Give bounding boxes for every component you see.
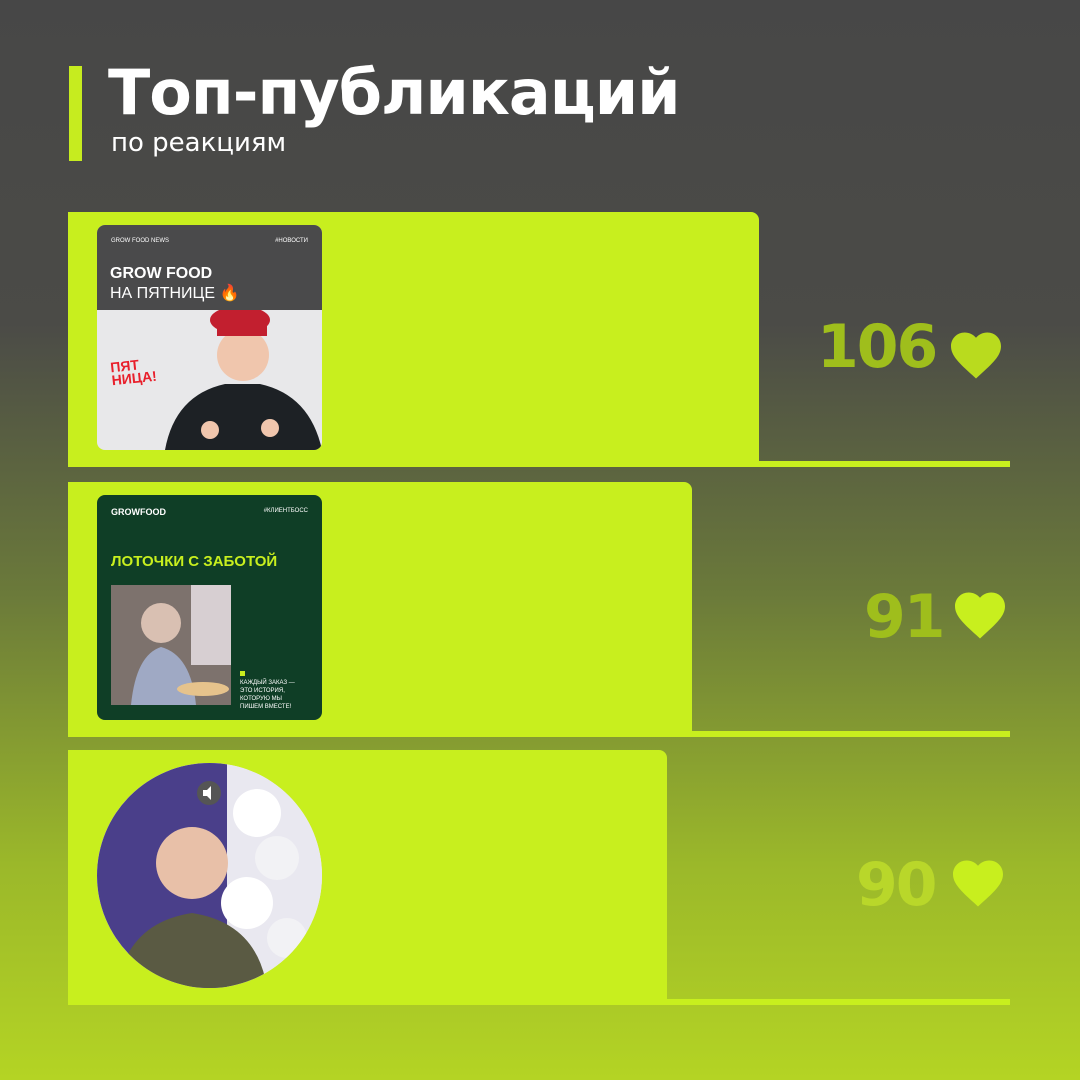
thumbnail-brand: GROWFOOD <box>111 507 166 517</box>
thumbnail-headline: GROW FOOD <box>110 265 213 282</box>
page-title: Топ-публикаций <box>108 56 681 129</box>
chef-illustration <box>165 310 322 450</box>
page-subtitle: по реакциям <box>111 128 287 158</box>
post-thumbnail-1[interactable]: GROW FOOD NEWS #НОВОСТИ GROW FOOD НА ПЯТ… <box>97 225 322 450</box>
title-accent-bar <box>69 66 82 161</box>
reaction-count-1: 106 <box>817 312 938 382</box>
thumbnail-tag: #НОВОСТИ <box>275 238 308 244</box>
thumbnail-sticker: ПЯТ НИЦА! <box>109 356 158 389</box>
post-thumbnail-2[interactable]: GROWFOOD #КЛИЕНТБОСС ЛОТОЧКИ С ЗАБОТОЙ К… <box>97 495 322 720</box>
thumbnail-caption: КАЖДЫЙ ЗАКАЗ — ЭТО ИСТОРИЯ, КОТОРУЮ МЫ П… <box>240 680 295 711</box>
row-baseline-3 <box>68 999 1010 1005</box>
thumbnail-headline: ЛОТОЧКИ С ЗАБОТОЙ <box>111 553 278 570</box>
reaction-count-3: 90 <box>856 850 937 920</box>
speaker-muted-icon[interactable] <box>197 781 221 805</box>
row-baseline-2 <box>68 731 1010 737</box>
thumbnail-photo <box>111 585 231 705</box>
reaction-count-2: 91 <box>864 582 945 652</box>
elderly-woman-photo <box>111 585 231 705</box>
thumbnail-brand: GROW FOOD NEWS <box>111 238 169 244</box>
heart-icon <box>953 860 1003 907</box>
post-thumbnail-3[interactable] <box>97 763 322 988</box>
row-baseline-1 <box>68 461 1010 467</box>
heart-icon <box>951 332 1001 379</box>
thumbnail-tag: #КЛИЕНТБОСС <box>263 508 308 514</box>
heart-icon <box>955 592 1005 639</box>
thumbnail-subheadline: НА ПЯТНИЦЕ 🔥 <box>110 285 240 302</box>
caption-marker <box>240 671 245 676</box>
